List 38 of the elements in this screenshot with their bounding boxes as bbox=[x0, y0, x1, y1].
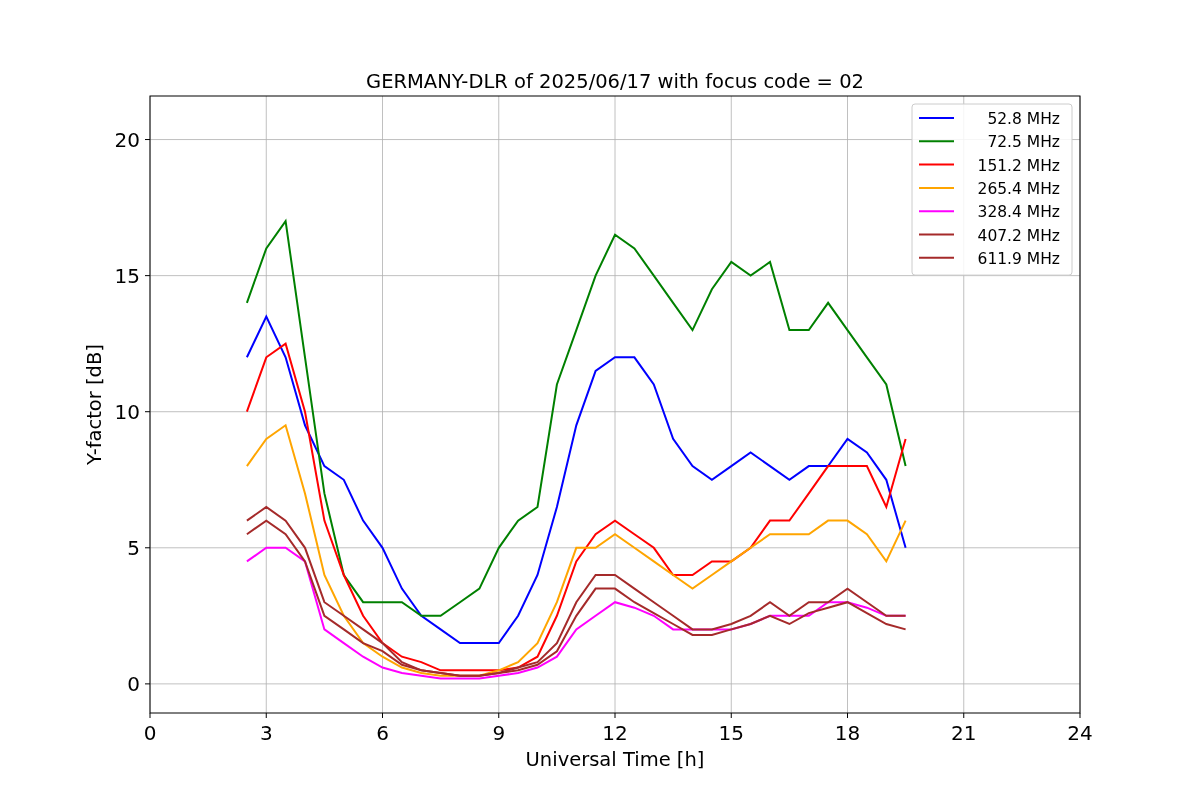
tick-label: 6 bbox=[376, 721, 389, 745]
chart-title: GERMANY-DLR of 2025/06/17 with focus code = 02 bbox=[366, 70, 864, 93]
tick-mark bbox=[265, 712, 267, 719]
tick-label: 15 bbox=[114, 263, 140, 288]
legend-label: 151.2 MHz bbox=[977, 156, 1060, 175]
tick-mark bbox=[144, 275, 151, 277]
tick-mark bbox=[149, 712, 151, 719]
tick-label: 24 bbox=[1067, 721, 1093, 745]
axis-label: Universal Time [h] bbox=[525, 748, 705, 771]
axis-label: Y-factor [dB] bbox=[83, 344, 106, 465]
tick-mark bbox=[144, 683, 151, 685]
legend-label: 72.5 MHz bbox=[987, 133, 1060, 152]
tick-label: 15 bbox=[718, 721, 744, 745]
tick-label: 3 bbox=[259, 721, 273, 745]
tick-mark bbox=[730, 712, 732, 719]
legend-label: 407.2 MHz bbox=[977, 226, 1060, 245]
tick-label: 18 bbox=[834, 721, 861, 745]
tick-label: 9 bbox=[492, 721, 506, 745]
tick-mark bbox=[144, 547, 151, 549]
tick-mark bbox=[498, 712, 500, 719]
tick-mark bbox=[1079, 712, 1081, 719]
legend-label: 52.8 MHz bbox=[987, 110, 1060, 128]
tick-mark bbox=[963, 712, 965, 719]
tick-label: 20 bbox=[114, 127, 140, 152]
tick-label: 12 bbox=[602, 721, 628, 745]
tick-mark bbox=[382, 712, 383, 719]
tick-mark bbox=[847, 712, 848, 719]
legend-label: 328.4 MHz bbox=[977, 203, 1060, 222]
tick-label: 21 bbox=[951, 721, 977, 745]
tick-label: 10 bbox=[114, 399, 140, 424]
tick-mark bbox=[614, 712, 616, 719]
tick-label: 5 bbox=[127, 535, 140, 560]
legend-label: 265.4 MHz bbox=[977, 179, 1060, 198]
tick-label: 0 bbox=[127, 671, 140, 696]
legend-label: 611.9 MHz bbox=[977, 249, 1060, 268]
tick-mark bbox=[144, 411, 151, 413]
tick-label: 0 bbox=[143, 721, 157, 745]
tick-mark bbox=[144, 139, 151, 141]
